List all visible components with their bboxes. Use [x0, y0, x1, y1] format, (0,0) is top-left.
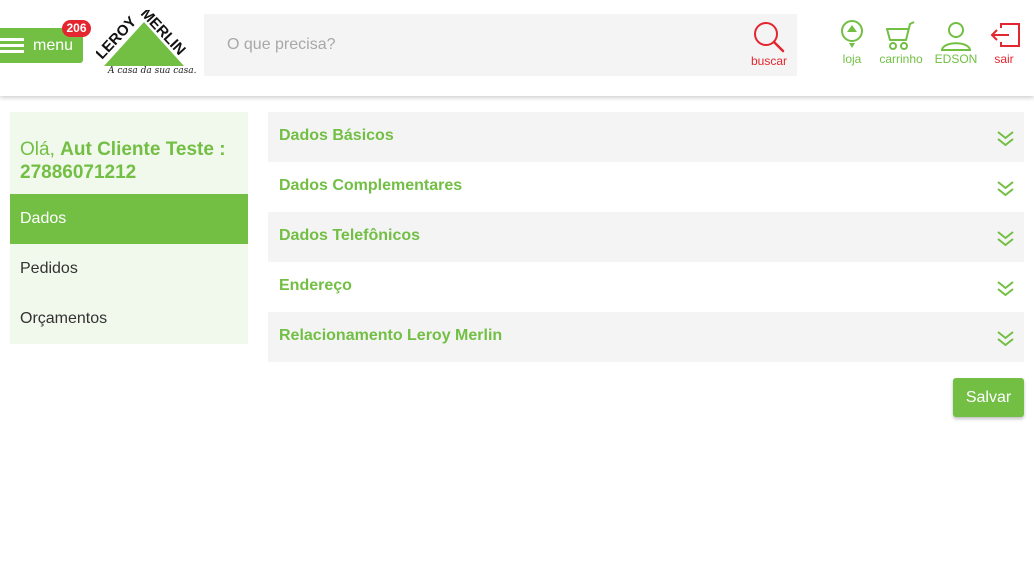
double-chevron-down-icon	[997, 331, 1014, 347]
logout-label: sair	[994, 52, 1014, 66]
search-button[interactable]: buscar	[746, 20, 792, 72]
logo-tagline: A casa da sua casa.	[108, 66, 197, 76]
user-account-button[interactable]: EDSON	[932, 20, 980, 70]
sidebar-item-dados[interactable]: Dados	[10, 194, 248, 244]
greeting: Olá, Aut Cliente Teste : 27886071212	[20, 138, 240, 184]
section-title: Dados Complementares	[279, 177, 463, 194]
save-button[interactable]: Salvar	[953, 378, 1024, 417]
double-chevron-down-icon	[997, 131, 1014, 147]
location-pin-icon	[841, 20, 863, 48]
user-name-label: EDSON	[934, 52, 978, 66]
section-title: Dados Telefônicos	[279, 227, 421, 244]
user-icon	[940, 22, 972, 51]
section-title: Dados Básicos	[279, 127, 394, 144]
site-header: menu 206 LEROY MERLIN A casa da sua casa…	[0, 0, 1034, 96]
double-chevron-down-icon	[997, 231, 1014, 247]
menu-label: menu	[33, 36, 74, 54]
sidebar-item-pedidos[interactable]: Pedidos	[10, 244, 248, 294]
hamburger-icon	[0, 35, 24, 56]
search-bar: buscar	[204, 14, 797, 76]
double-chevron-down-icon	[997, 181, 1014, 197]
section-relacionamento[interactable]: Relacionamento Leroy Merlin	[268, 312, 1024, 362]
store-button[interactable]: loja	[836, 20, 868, 70]
section-endereco[interactable]: Endereço	[268, 262, 1024, 312]
logout-icon	[990, 23, 1020, 47]
account-sidebar: Olá, Aut Cliente Teste : 27886071212 Dad…	[10, 112, 248, 344]
section-dados-complementares[interactable]: Dados Complementares	[268, 162, 1024, 212]
section-title: Endereço	[279, 277, 352, 294]
search-icon	[754, 22, 785, 53]
section-dados-basicos[interactable]: Dados Básicos	[268, 112, 1024, 162]
logout-button[interactable]: sair	[986, 20, 1022, 70]
cart-label: carrinho	[879, 52, 923, 66]
cart-icon	[886, 21, 915, 50]
section-dados-telefonicos[interactable]: Dados Telefônicos	[268, 212, 1024, 262]
double-chevron-down-icon	[997, 281, 1014, 297]
menu-count-badge: 206	[62, 20, 91, 37]
cart-button[interactable]: carrinho	[876, 20, 926, 70]
greeting-prefix: Olá,	[20, 139, 55, 160]
search-label: buscar	[751, 54, 788, 68]
section-title: Relacionamento Leroy Merlin	[279, 327, 503, 344]
sidebar-item-orcamentos[interactable]: Orçamentos	[10, 294, 248, 344]
store-label: loja	[842, 52, 862, 66]
search-input[interactable]	[204, 14, 734, 76]
